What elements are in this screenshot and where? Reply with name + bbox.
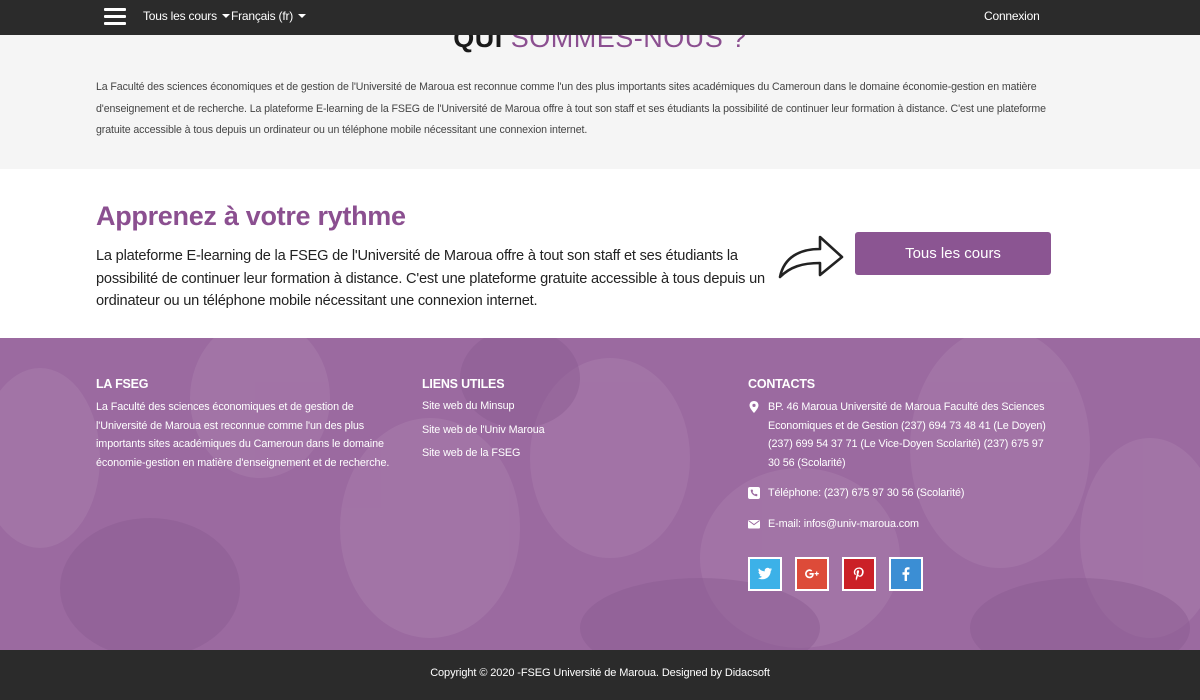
map-marker-icon (749, 401, 759, 413)
contact-email: E-mail: infos@univ-maroua.com (748, 515, 1058, 534)
about-title-part1: QUI (453, 35, 503, 53)
top-navbar: Tous les cours Français (fr) Connexion (0, 0, 1200, 35)
google-plus-icon (805, 569, 819, 579)
footer-fseg-heading: LA FSEG (96, 377, 149, 391)
all-courses-button[interactable]: Tous les cours (855, 232, 1051, 275)
contact-phone-text: Téléphone: (237) 675 97 30 56 (Scolarité… (768, 487, 965, 500)
twitter-icon (758, 567, 772, 580)
envelope-icon (748, 519, 760, 529)
about-title-part2: SOMMES-NOUS ? (510, 35, 747, 53)
link-minsup[interactable]: Site web du Minsup (422, 395, 682, 419)
footer: LA FSEG La Faculté des sciences économiq… (0, 338, 1200, 650)
pinterest-icon (853, 567, 864, 581)
copyright-text: Copyright © 2020 -FSEG Université de Mar… (430, 667, 770, 679)
contact-address: BP. 46 Maroua Université de Maroua Facul… (748, 398, 1058, 472)
nav-courses-label: Tous les cours (143, 9, 217, 23)
nav-language-dropdown[interactable]: Français (fr) (231, 9, 307, 23)
contact-email-text: E-mail: infos@univ-maroua.com (768, 517, 919, 530)
footer-fseg-column: LA FSEG La Faculté des sciences économiq… (96, 377, 396, 472)
caret-down-icon (221, 14, 230, 18)
footer-links-heading: LIENS UTILES (422, 377, 505, 391)
footer-fseg-text: La Faculté des sciences économiques et d… (96, 401, 390, 469)
menu-icon[interactable] (104, 8, 126, 26)
footer-contacts-heading: CONTACTS (748, 377, 815, 391)
caret-down-icon (298, 14, 307, 18)
google-plus-button[interactable] (795, 557, 829, 591)
arrow-right-icon (778, 235, 844, 279)
link-fseg[interactable]: Site web de la FSEG (422, 442, 682, 466)
learn-section: Apprenez à votre rythme La plateforme E-… (0, 169, 1200, 338)
about-title: QUI SOMMES-NOUS ? (0, 35, 1200, 54)
learn-text: La plateforme E-learning de la FSEG de l… (96, 248, 765, 309)
facebook-button[interactable] (889, 557, 923, 591)
nav-language-label: Français (fr) (231, 9, 294, 23)
twitter-button[interactable] (748, 557, 782, 591)
about-section: QUI SOMMES-NOUS ? La Faculté des science… (0, 35, 1200, 169)
link-univ-maroua[interactable]: Site web de l'Univ Maroua (422, 419, 682, 443)
phone-icon (748, 487, 760, 500)
contact-phone: Téléphone: (237) 675 97 30 56 (Scolarité… (748, 484, 1058, 503)
footer-contacts-column: CONTACTS BP. 46 Maroua Université de Mar… (748, 377, 1058, 534)
copyright-bar: Copyright © 2020 -FSEG Université de Mar… (0, 650, 1200, 700)
pinterest-button[interactable] (842, 557, 876, 591)
nav-courses-dropdown[interactable]: Tous les cours (143, 9, 230, 23)
login-link[interactable]: Connexion (984, 9, 1040, 23)
facebook-icon (902, 567, 910, 581)
footer-links-column: LIENS UTILES Site web du Minsup Site web… (422, 377, 682, 466)
contact-address-text: BP. 46 Maroua Université de Maroua Facul… (768, 401, 1046, 469)
learn-title: Apprenez à votre rythme (96, 201, 406, 231)
about-text: La Faculté des sciences économiques et d… (96, 81, 1046, 137)
